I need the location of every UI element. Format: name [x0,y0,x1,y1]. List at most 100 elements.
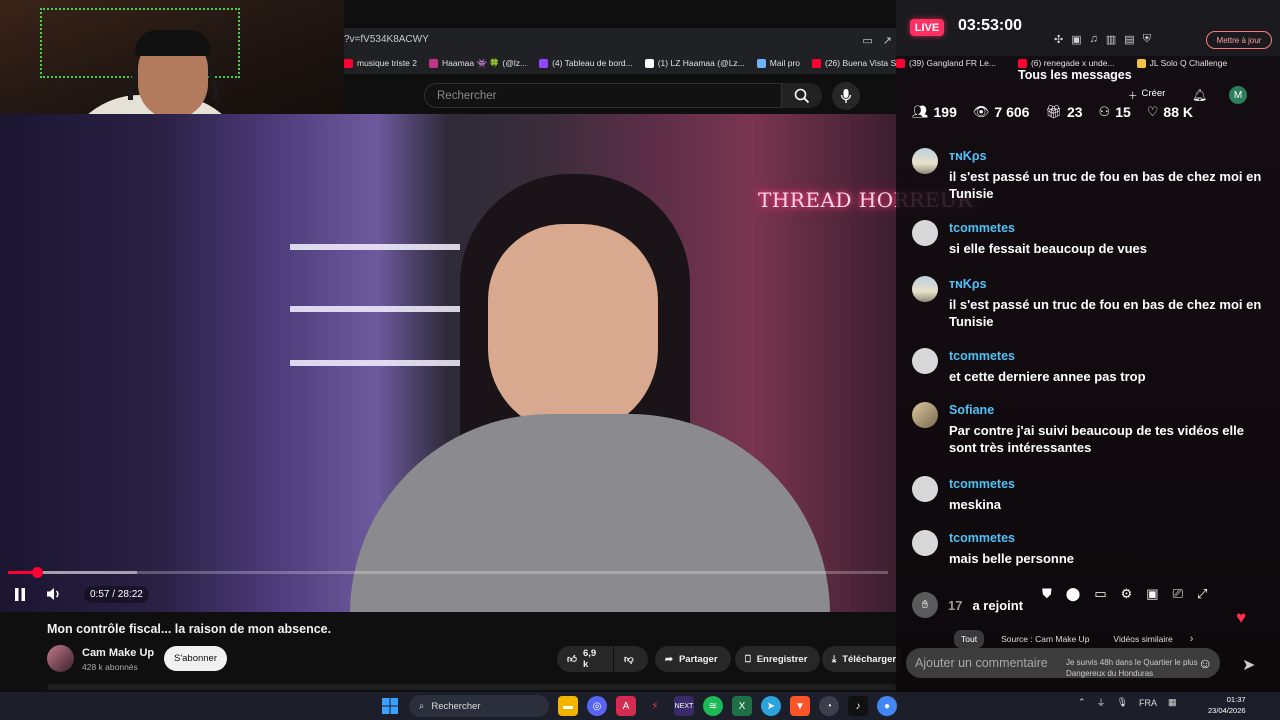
volume-button[interactable] [44,584,64,604]
bookmark-item[interactable]: (26) Buena Vista So... [812,58,896,68]
usb-icon[interactable]: ⏚ [1097,696,1106,709]
dislike-button[interactable]: 👎︎ [614,646,648,672]
like-count: 6,9 k [582,648,597,670]
chat-username[interactable]: tcommetes [949,477,1015,491]
streamer-hat [135,30,211,56]
bell-icon[interactable]: 🔔︎ [1192,88,1207,102]
emoji-icon[interactable]: ☺ [1198,655,1212,671]
microphone-tray-icon[interactable]: 🎙︎ [1117,697,1128,708]
chevron-right-icon[interactable]: › [1190,633,1194,645]
sidebar-icon[interactable]: ▥ [1106,33,1116,46]
next-app-icon[interactable]: NEXT [674,696,694,716]
favicon-icon [429,58,438,68]
save-button[interactable]: ⎕ Enregistrer [735,646,820,672]
clock[interactable]: 01:37 23/04/2026 [1208,694,1246,716]
bookmark-item[interactable]: (4) Tableau de bord... [539,58,633,68]
chevron-up-icon[interactable]: ⌃ [1078,697,1086,708]
filter-chip[interactable]: Vidéos similaire [1106,630,1179,648]
cast-icon[interactable]: ⎚ [1173,586,1183,602]
progress-bar[interactable] [8,567,888,578]
miniplayer-icon[interactable]: ▣ [1146,586,1158,602]
chat-header: Tous les messages ＋ Créer 🔔︎ M [896,68,1280,104]
bookmark-label: (6) renegade x unde... [1030,58,1115,68]
user-avatar[interactable] [912,220,938,246]
share-icon[interactable]: ↗ [883,34,892,47]
shelf [290,244,460,250]
user-avatar[interactable] [912,402,938,428]
bookmark-item[interactable]: (1) LZ Haamaa (@Lz... [644,58,745,68]
chat-username[interactable]: Sofiane [949,403,994,417]
followers-count: 15 [1115,104,1131,120]
user-avatar[interactable]: M [1229,86,1247,104]
music-icon[interactable]: ♫ [1090,33,1098,46]
thumbs-up-icon: 👍︎ [567,654,577,665]
user-avatar[interactable] [912,348,938,374]
voice-search-button[interactable] [832,82,860,110]
chrome-icon[interactable]: ● [877,696,897,716]
spotify-icon[interactable]: ≋ [703,696,723,716]
autoplay-toggle[interactable]: ⬤ [1066,586,1081,602]
create-button[interactable]: ＋ Créer [1128,88,1165,102]
address-bar[interactable]: ?v=fV534K8ACWY ▭ ↗ [344,28,896,52]
heart-icon[interactable]: ♥ [1236,608,1246,628]
taskbar-search[interactable]: ⌕ Rechercher [409,695,549,717]
settings-icon[interactable]: ⚙ [1121,586,1133,602]
puzzle-icon[interactable]: ✣ [1054,33,1063,46]
gifts-count: 23 [1066,104,1083,120]
search-input[interactable]: Rechercher [424,83,782,108]
user-avatar[interactable] [912,148,938,174]
chat-username[interactable]: тɴKρѕ [949,277,987,291]
obs-icon[interactable]: ◔ [819,696,839,716]
cast-icon[interactable]: ▭ [862,34,872,47]
user-avatar[interactable] [912,476,938,502]
app-icon[interactable]: A [616,696,636,716]
shield-icon[interactable]: ⛊ [1042,586,1052,602]
bookmark-item[interactable]: musique triste 2 [344,58,417,68]
network-icon[interactable]: ▦ [1168,697,1177,708]
views-stat: 👁︎ 7 606 [973,104,1030,120]
discord-icon[interactable]: ◎ [587,696,607,716]
download-button[interactable]: ⤓ Télécharger [822,646,902,672]
chat-username[interactable]: tcommetes [949,221,1015,235]
brave-icon[interactable]: ▼ [790,696,810,716]
chat-username[interactable]: tcommetes [949,349,1015,363]
bookmark-item[interactable]: Haamaa 👾 🍀 (@lz... [429,58,527,69]
like-button[interactable]: 👍︎ 6,9 k [557,646,613,672]
file-explorer-icon[interactable]: ▬ [558,696,578,716]
windows-start-icon[interactable] [380,696,400,716]
url-text: ?v=fV534K8ACWY [344,34,429,45]
share-button[interactable]: ➦ Partager [655,646,731,672]
fullscreen-icon[interactable]: ⤢ [1197,586,1207,602]
viewers-stat: 👥︎ 199 [912,104,957,120]
user-avatar[interactable] [912,276,938,302]
pause-button[interactable] [10,584,30,604]
chat-text: mais belle personne [949,551,1074,566]
wallet-icon[interactable]: ▤ [1124,33,1134,46]
search-button[interactable] [782,83,822,108]
lightning-icon[interactable]: ⚡︎ [645,696,665,716]
description-box[interactable] [47,684,896,690]
subscribe-button[interactable]: S'abonner [164,646,227,671]
tiktok-icon[interactable]: ♪ [848,696,868,716]
tab-icon[interactable]: ▣ [1071,33,1081,46]
excel-icon[interactable]: X [732,696,752,716]
chat-username[interactable]: тɴKρѕ [949,149,987,163]
chat-username[interactable]: tcommetes [949,531,1015,545]
update-button[interactable]: Mettre à jour [1206,31,1272,49]
recommended-video-title[interactable]: Je survis 48h dans le Quartier le plus D… [1066,657,1206,679]
subtitles-icon[interactable]: ▭ [1094,586,1106,602]
comment-input[interactable]: Ajouter un commentaire Je survis 48h dan… [906,648,1220,678]
filter-chip[interactable]: Tout [954,630,985,648]
search-icon: ⌕ [419,700,425,712]
address-bar-icons: ▭ ↗ [862,34,892,47]
telegram-icon[interactable]: ➤ [761,696,781,716]
shield-icon[interactable]: ⛨ [1143,33,1151,46]
send-icon[interactable]: ➤ [1242,655,1255,675]
filter-chip[interactable]: Source : Cam Make Up [994,630,1096,648]
bookmark-item[interactable]: Mail pro [756,58,800,68]
join-text: a rejoint [972,597,1024,613]
channel-name[interactable]: Cam Make Up [82,647,154,659]
user-avatar[interactable] [912,530,938,556]
channel-avatar[interactable] [47,645,74,672]
language-indicator[interactable]: FRA [1139,698,1157,708]
